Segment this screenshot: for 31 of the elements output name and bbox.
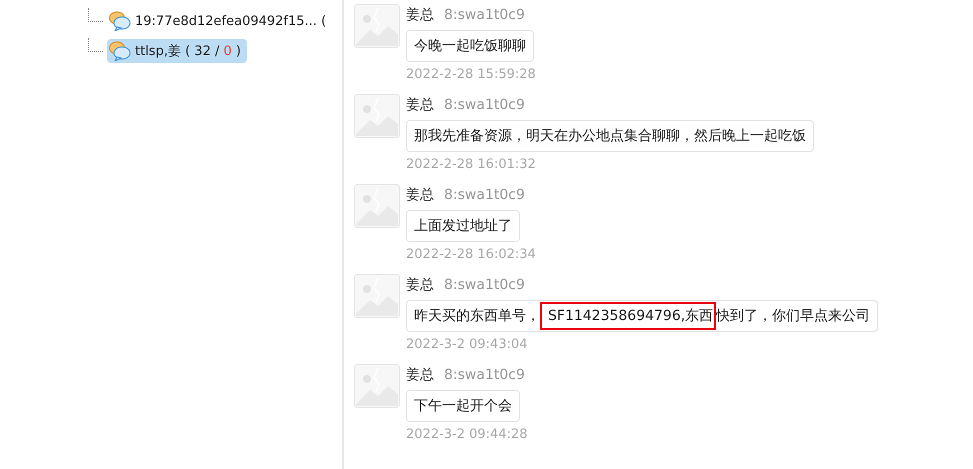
- sender-name: 姜总: [406, 186, 434, 204]
- message-bubble: 昨天买的东西单号， SF1142358694796,东西 快到了，你们早点来公司: [406, 300, 878, 332]
- message-bubble: 下午一起开个会: [406, 390, 520, 422]
- tree-item-label: ttlsp,姜 ( 32 / 0 ): [135, 42, 241, 60]
- sender-name: 姜总: [406, 276, 434, 294]
- message-time: 2022-3-2 09:43:04: [406, 337, 528, 352]
- message-time: 2022-2-28 16:02:34: [406, 247, 536, 262]
- avatar-placeholder-icon: [354, 364, 400, 408]
- chat-bubbles-icon: [109, 11, 131, 31]
- chat-bubbles-icon: [109, 41, 131, 61]
- avatar-placeholder-icon: [354, 4, 400, 48]
- sender-name: 姜总: [406, 366, 434, 384]
- message-time: 2022-3-2 09:44:28: [406, 427, 528, 442]
- sender-account: 8:swa1t0c9: [444, 96, 525, 114]
- avatar-placeholder-icon: [354, 274, 400, 318]
- sender-name: 姜总: [406, 6, 434, 24]
- sender-account: 8:swa1t0c9: [444, 366, 525, 384]
- sender-name: 姜总: [406, 96, 434, 114]
- message-bubble: 上面发过地址了: [406, 210, 520, 242]
- message-bubble: 今晚一起吃饭聊聊: [406, 30, 534, 62]
- avatar-placeholder-icon: [354, 184, 400, 228]
- sender-account: 8:swa1t0c9: [444, 6, 525, 24]
- tree-item-label: 19:77e8d12efea09492f15... (: [135, 14, 326, 28]
- tree-item[interactable]: 19:77e8d12efea09492f15... (: [107, 9, 332, 33]
- tree-item[interactable]: ttlsp,姜 ( 32 / 0 ): [107, 39, 247, 63]
- message-time: 2022-2-28 15:59:28: [406, 67, 536, 82]
- sender-account: 8:swa1t0c9: [444, 186, 525, 204]
- sender-account: 8:swa1t0c9: [444, 276, 525, 294]
- avatar-placeholder-icon: [354, 94, 400, 138]
- message-bubble: 那我先准备资源，明天在办公地点集合聊聊，然后晚上一起吃饭: [406, 120, 814, 152]
- message-time: 2022-2-28 16:01:32: [406, 157, 536, 172]
